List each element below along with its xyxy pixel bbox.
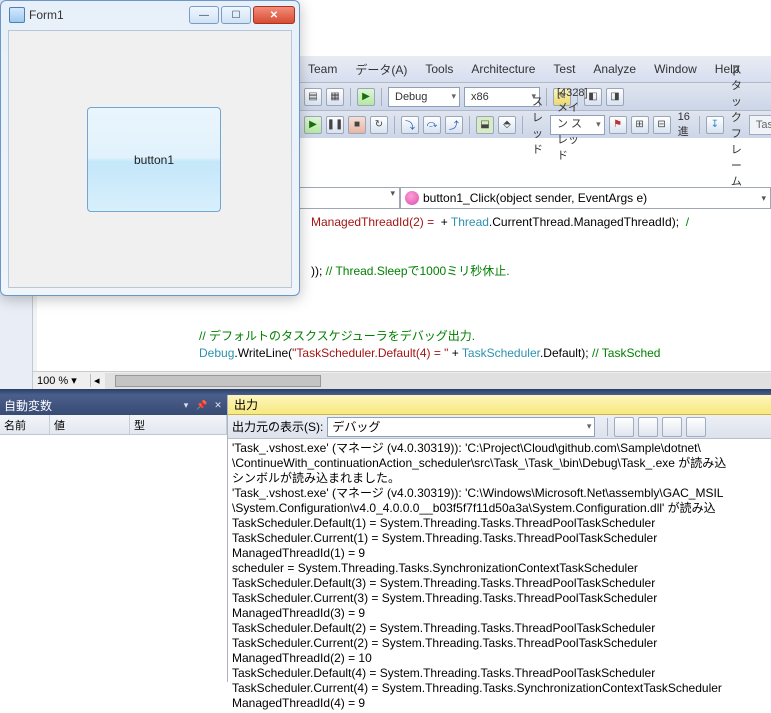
toolbar-icon[interactable]: ⊞ bbox=[631, 116, 649, 134]
pause-icon[interactable]: ❚❚ bbox=[326, 116, 344, 134]
menu-item[interactable]: データ(A) bbox=[353, 59, 409, 80]
form-client-area: button1 bbox=[8, 30, 292, 288]
autos-title: 自動変数 ▾ 📌 ✕ bbox=[0, 395, 227, 415]
toolbar-icon[interactable]: ⬓ bbox=[476, 116, 494, 134]
window-title: Form1 bbox=[29, 8, 187, 22]
output-title: 出力 bbox=[228, 395, 771, 415]
autos-panel: 自動変数 ▾ 📌 ✕ 名前 値 型 bbox=[0, 395, 228, 682]
toolbar-debug: ▶ ❚❚ ■ ↻ ⤵ ⤼ ⤴ ⬓ ⬘ スレッド [4328] メイン スレッド … bbox=[300, 110, 771, 138]
output-panel: 出力 出力元の表示(S): デバッグ 'Task_.vshost.exe' (マ… bbox=[228, 395, 771, 682]
separator bbox=[546, 88, 547, 106]
col-name[interactable]: 名前 bbox=[0, 415, 50, 434]
restart-icon[interactable]: ↻ bbox=[370, 116, 388, 134]
button1[interactable]: button1 bbox=[87, 107, 221, 212]
output-icon[interactable] bbox=[614, 417, 634, 437]
menu-bar[interactable]: Team データ(A) Tools Architecture Test Anal… bbox=[300, 56, 771, 82]
menu-item[interactable]: Window bbox=[652, 60, 699, 78]
separator bbox=[350, 88, 351, 106]
stackframe-icon[interactable]: ↧ bbox=[706, 116, 724, 134]
stackframe-box[interactable]: Task_.exe bbox=[749, 115, 771, 135]
output-source-combo[interactable]: デバッグ bbox=[327, 417, 595, 437]
separator bbox=[607, 418, 608, 436]
separator bbox=[394, 116, 395, 134]
play-icon[interactable]: ▶ bbox=[304, 116, 322, 134]
scroll-left-icon[interactable]: ◂ bbox=[91, 374, 103, 387]
flag-icon[interactable]: ⚑ bbox=[609, 116, 627, 134]
step-over-icon[interactable]: ⤼ bbox=[423, 116, 441, 134]
separator bbox=[699, 116, 700, 134]
menu-item[interactable]: Architecture bbox=[469, 60, 537, 78]
minimize-icon[interactable]: — bbox=[189, 6, 219, 24]
menu-item[interactable]: Tools bbox=[423, 60, 455, 78]
menu-item[interactable]: Test bbox=[551, 60, 577, 78]
close-icon[interactable]: ✕ bbox=[211, 398, 225, 412]
config-combo[interactable]: Debug bbox=[388, 87, 460, 107]
close-icon[interactable]: ✕ bbox=[253, 6, 295, 24]
stackframe-label: スタック フレーム bbox=[728, 61, 745, 189]
separator bbox=[469, 116, 470, 134]
window-icon bbox=[9, 7, 25, 23]
h-scrollbar[interactable] bbox=[105, 373, 771, 389]
output-icon[interactable] bbox=[638, 417, 658, 437]
window-titlebar[interactable]: Form1 — ☐ ✕ bbox=[1, 1, 299, 29]
step-out-icon[interactable]: ⤴ bbox=[445, 116, 463, 134]
toolbar-icon[interactable]: ⬘ bbox=[498, 116, 516, 134]
output-source-label: 出力元の表示(S): bbox=[232, 418, 323, 435]
zoom-combo[interactable]: 100 % ▾ bbox=[33, 374, 91, 387]
output-toolbar: 出力元の表示(S): デバッグ bbox=[228, 415, 771, 439]
toolbar-icon[interactable]: ▦ bbox=[326, 88, 344, 106]
thread-combo[interactable]: [4328] メイン スレッド bbox=[550, 115, 605, 135]
pin-icon[interactable]: 📌 bbox=[195, 398, 209, 412]
col-type[interactable]: 型 bbox=[130, 415, 227, 434]
dropdown-icon[interactable]: ▾ bbox=[179, 398, 193, 412]
clear-icon[interactable] bbox=[662, 417, 682, 437]
toolbar-icon[interactable]: ▤ bbox=[304, 88, 322, 106]
menu-item[interactable]: Analyze bbox=[591, 60, 638, 78]
step-icon[interactable]: ⤵ bbox=[401, 116, 419, 134]
member-text: button1_Click(object sender, EventArgs e… bbox=[423, 191, 647, 205]
toolbar-icon[interactable]: ◨ bbox=[606, 88, 624, 106]
method-icon bbox=[405, 191, 419, 205]
stop-icon[interactable]: ■ bbox=[348, 116, 366, 134]
member-combo[interactable]: button1_Click(object sender, EventArgs e… bbox=[400, 187, 771, 209]
separator bbox=[522, 116, 523, 134]
start-debug-icon[interactable]: ▶ bbox=[357, 88, 375, 106]
separator bbox=[381, 88, 382, 106]
zoom-bar: 100 % ▾ ◂ bbox=[33, 371, 771, 389]
hex-label[interactable]: 16 進 bbox=[675, 111, 693, 139]
thread-label: スレッド bbox=[529, 93, 546, 157]
output-text[interactable]: 'Task_.vshost.exe' (マネージ (v4.0.30319)): … bbox=[228, 439, 771, 713]
maximize-icon[interactable]: ☐ bbox=[221, 6, 251, 24]
form-window[interactable]: Form1 — ☐ ✕ button1 bbox=[0, 0, 300, 296]
menu-item[interactable]: Team bbox=[306, 60, 339, 78]
autos-headers: 名前 値 型 bbox=[0, 415, 227, 435]
col-value[interactable]: 値 bbox=[50, 415, 130, 434]
toggle-wrap-icon[interactable] bbox=[686, 417, 706, 437]
toolbar-icon[interactable]: ⊟ bbox=[653, 116, 671, 134]
